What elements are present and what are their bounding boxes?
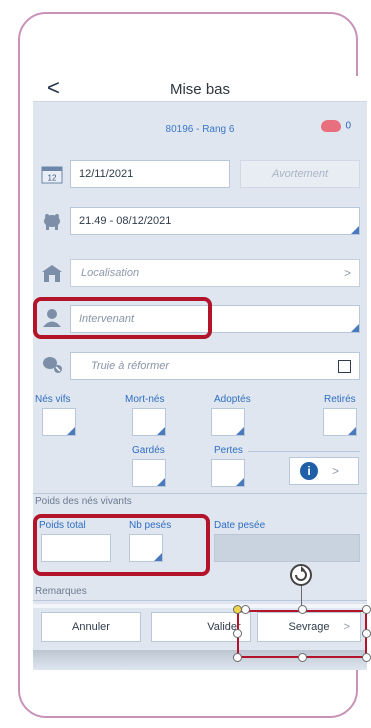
reform-sow-label: Truie à réformer — [91, 360, 170, 372]
animal-id-rank: 80196 - Rang 6 — [165, 124, 235, 135]
resize-handle[interactable] — [233, 653, 242, 662]
avortement-button[interactable]: Avortement — [240, 160, 360, 188]
reform-sow-field[interactable]: Truie à réformer — [70, 352, 360, 380]
calendar-icon: 12 — [41, 166, 63, 184]
localisation-placeholder: Localisation — [81, 267, 140, 279]
sow-reform-icon — [43, 357, 62, 373]
pig-family-icon — [44, 214, 60, 230]
date-pesee-label: Date pesée — [214, 520, 266, 531]
gardes-input[interactable] — [132, 459, 166, 487]
selection-box[interactable] — [237, 610, 367, 658]
retires-label: Retirés — [324, 394, 356, 405]
page-title: Mise bas — [169, 81, 231, 98]
chevron-right-icon: > — [343, 266, 351, 280]
gardes-label: Gardés — [132, 445, 165, 456]
pig-count-badge: 0 — [321, 120, 351, 132]
rotate-handle-icon[interactable] — [289, 563, 313, 587]
date-pesee-field — [214, 534, 360, 562]
top-bar: < Mise bas — [33, 76, 367, 102]
intervenant-highlight — [33, 297, 212, 339]
resize-handle[interactable] — [233, 629, 242, 638]
calendar-day: 12 — [48, 174, 57, 183]
resize-handle[interactable] — [362, 653, 371, 662]
adoptes-input[interactable] — [211, 408, 245, 436]
info-button[interactable]: i > — [289, 457, 359, 485]
resize-handle[interactable] — [362, 629, 371, 638]
remarques-label: Remarques — [35, 586, 87, 597]
mort-nes-label: Mort-nés — [125, 394, 165, 405]
pertes-label: Pertes — [214, 445, 243, 456]
localisation-field[interactable]: Localisation > — [70, 259, 360, 287]
resize-handle[interactable] — [298, 605, 307, 614]
info-icon: i — [300, 462, 318, 480]
date-value: 12/11/2021 — [79, 168, 134, 180]
chevron-right-icon: > — [332, 464, 340, 478]
pertes-input[interactable] — [211, 459, 245, 487]
nes-vifs-input[interactable] — [42, 408, 76, 436]
remarques-field[interactable] — [33, 604, 367, 608]
pig-icon — [321, 120, 342, 132]
resize-handle[interactable] — [298, 653, 307, 662]
mort-nes-input[interactable] — [132, 408, 166, 436]
farrowing-due-value: 21.49 - 08/12/2021 — [79, 215, 172, 227]
weights-section-title: Poids des nés vivants — [35, 496, 132, 507]
date-field[interactable]: 12/11/2021 — [70, 160, 230, 188]
resize-handle[interactable] — [241, 605, 250, 614]
nes-vifs-label: Nés vifs — [35, 394, 71, 405]
barn-icon — [42, 265, 62, 282]
pig-count: 0 — [345, 120, 351, 132]
reform-checkbox[interactable] — [338, 360, 351, 373]
weights-highlight — [33, 514, 210, 576]
farrowing-due-field[interactable]: 21.49 - 08/12/2021 — [70, 207, 360, 235]
resize-handle[interactable] — [362, 605, 371, 614]
adoptes-label: Adoptés — [214, 394, 251, 405]
retires-input[interactable] — [323, 408, 357, 436]
annuler-button[interactable]: Annuler — [41, 612, 141, 642]
app-screen: < Mise bas 80196 - Rang 6 0 12 12/11/202… — [33, 76, 367, 670]
